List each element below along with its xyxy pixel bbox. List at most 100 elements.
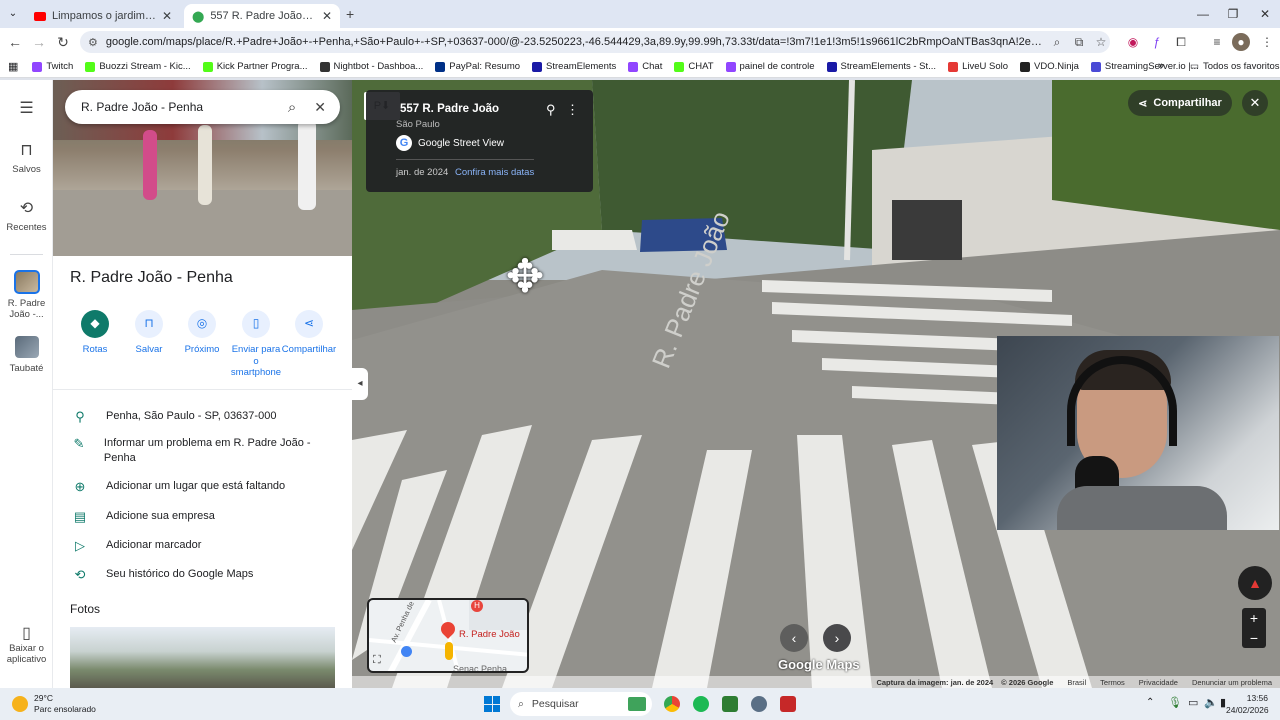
bookmarks-bar: ▦ Twitch Buozzi Stream - Kic... Kick Partn… <box>0 56 1280 78</box>
sv-share-button[interactable]: ⋖ Compartilhar <box>1128 90 1232 116</box>
start-button[interactable] <box>484 696 500 712</box>
share-icon: ⋖ <box>295 310 323 338</box>
spotify-taskbar-icon[interactable] <box>693 696 709 712</box>
search-icon[interactable]: ⌕ <box>288 99 296 116</box>
minimap-senac-label: Senac Penha <box>453 664 508 673</box>
more-dates-link[interactable]: Confira mais datas <box>455 167 534 178</box>
site-info-icon[interactable]: ⚙ <box>88 36 98 49</box>
bookmark-item[interactable]: StreamingServer.io |... <box>1090 61 1199 72</box>
reload-button[interactable]: ↻ <box>52 32 74 52</box>
location-pin-icon[interactable]: ⚲ <box>546 102 556 118</box>
bookmark-item[interactable]: Chat <box>628 61 662 72</box>
add-business-row[interactable]: ▤ Adicione sua empresa <box>70 509 215 524</box>
report-problem-link[interactable]: Denunciar um problema <box>1192 678 1272 687</box>
next-arrow-button[interactable]: › <box>823 624 851 652</box>
zoom-icon[interactable]: ⌕ <box>1048 33 1066 51</box>
compass-icon[interactable]: ▲ <box>1238 566 1272 600</box>
volume-icon[interactable]: 🔈 <box>1204 696 1218 709</box>
add-place-row[interactable]: ⊕ Adicionar um lugar que está faltando <box>70 479 286 494</box>
new-tab-button[interactable]: + <box>346 6 354 22</box>
save-button[interactable]: ⊓ Salvar <box>121 310 177 356</box>
bookmarks-overflow-button[interactable]: » <box>1158 60 1164 72</box>
taskbar-search[interactable]: ⌕ Pesquisar <box>510 692 652 716</box>
clock[interactable]: 13:56 24/02/2026 <box>1226 692 1269 716</box>
settings-taskbar-icon[interactable] <box>751 696 767 712</box>
bookmark-item[interactable]: VDO.Ninja <box>1020 61 1079 72</box>
close-street-view-button[interactable]: ✕ <box>1242 90 1268 116</box>
address-row[interactable]: ⚲ Penha, São Paulo - SP, 03637-000 <box>70 409 276 424</box>
extensions-icon[interactable]: ⧠ <box>1172 33 1190 51</box>
rail-recent-place[interactable]: R. Padre João -... <box>0 270 53 320</box>
previous-arrow-button[interactable]: ‹ <box>780 624 808 652</box>
app-taskbar-icon[interactable] <box>722 696 738 712</box>
search-input[interactable]: R. Padre João - Penha <box>81 100 288 114</box>
directions-button[interactable]: ◆ Rotas <box>67 310 123 356</box>
profile-avatar[interactable]: ● <box>1232 33 1250 51</box>
street-view-canvas[interactable]: R. Padre João P⬇ 557 R. Padre João São P… <box>352 80 1280 688</box>
minimize-button[interactable]: — <box>1188 4 1218 24</box>
tab-search-button[interactable]: ⌄ <box>4 6 22 22</box>
network-icon[interactable]: ▭ <box>1188 696 1198 709</box>
rail-saved[interactable]: ⊓ Salvos <box>0 140 53 175</box>
install-app-icon[interactable]: ⧉ <box>1070 33 1088 51</box>
back-button[interactable]: ← <box>4 32 26 52</box>
bookmark-item[interactable]: PayPal: Resumo <box>435 61 520 72</box>
chrome-taskbar-icon[interactable] <box>664 696 680 712</box>
extension-red-icon[interactable]: ◉ <box>1124 33 1142 51</box>
tab-youtube[interactable]: Limpamos o jardim de uma cas ✕ <box>26 4 180 28</box>
all-bookmarks-button[interactable]: ▭ Todos os favoritos <box>1190 61 1280 72</box>
bookmark-item[interactable]: StreamElements - St... <box>826 61 936 72</box>
bookmark-item[interactable]: Buozzi Stream - Kic... <box>85 61 191 72</box>
bookmark-label: Twitch <box>46 61 74 72</box>
bookmark-item[interactable]: Kick Partner Progra... <box>202 61 308 72</box>
bookmark-favicon-icon <box>319 61 330 72</box>
photo-thumbnail[interactable] <box>70 627 335 688</box>
extension-purple-icon[interactable]: ƒ <box>1148 33 1166 51</box>
nearby-button[interactable]: ◎ Próximo <box>174 310 230 356</box>
terms-link[interactable]: Termos <box>1100 678 1125 687</box>
download-app-button[interactable]: ▯ Baixar o aplicativo <box>0 626 53 666</box>
rail-taubate[interactable]: Taubaté <box>0 336 53 374</box>
history-row[interactable]: ⟲ Seu histórico do Google Maps <box>70 567 254 582</box>
expand-map-icon[interactable]: ⛶ <box>373 654 381 667</box>
weather-widget[interactable]: 29°C Parc ensolarado <box>12 693 96 715</box>
more-options-icon[interactable]: ⋮ <box>566 102 579 118</box>
forward-button[interactable]: → <box>28 32 50 52</box>
bookmark-favicon-icon <box>532 61 543 72</box>
mini-map[interactable]: R. Padre João Av. Penha de Senac Penha H… <box>367 598 529 673</box>
close-window-button[interactable]: ✕ <box>1250 4 1280 24</box>
country-link[interactable]: Brasil <box>1067 678 1086 687</box>
maps-search-box[interactable]: R. Padre João - Penha ⌕ ✕ <box>65 90 340 124</box>
browser-menu-icon[interactable]: ⋮ <box>1258 33 1276 51</box>
rail-recent[interactable]: ⟲ Recentes <box>0 198 53 233</box>
apps-grid-icon[interactable]: ▦ <box>8 60 18 73</box>
bookmark-item[interactable]: LiveU Solo <box>948 61 1008 72</box>
close-tab-icon[interactable]: ✕ <box>162 9 172 23</box>
close-tab-icon[interactable]: ✕ <box>322 9 332 23</box>
bookmark-item[interactable]: CHAT <box>674 61 714 72</box>
send-to-phone-button[interactable]: ▯ Enviar para o smartphone <box>228 310 284 379</box>
nearby-icon: ◎ <box>188 310 216 338</box>
send-to-phone-label: Enviar para o smartphone <box>230 344 282 378</box>
bookmark-star-icon[interactable]: ☆ <box>1092 33 1110 51</box>
bookmark-item[interactable]: Twitch <box>32 61 73 72</box>
menu-icon[interactable]: ☰ <box>0 98 53 118</box>
clear-search-icon[interactable]: ✕ <box>314 99 326 116</box>
zoom-out-button[interactable]: − <box>1242 628 1266 648</box>
bookmark-item[interactable]: StreamElements <box>532 61 616 72</box>
tray-overflow-icon[interactable]: ⌃ <box>1146 697 1154 708</box>
maximize-button[interactable]: ❐ <box>1218 4 1248 24</box>
media-icon[interactable]: ≡ <box>1208 33 1226 51</box>
zoom-in-button[interactable]: + <box>1242 608 1266 628</box>
add-label-row[interactable]: ▷ Adicionar marcador <box>70 538 201 553</box>
bookmark-item[interactable]: Nightbot - Dashboa... <box>319 61 423 72</box>
collapse-panel-button[interactable]: ◂ <box>352 368 368 400</box>
microphone-icon[interactable]: 🎙 <box>1168 696 1182 709</box>
privacy-link[interactable]: Privacidade <box>1139 678 1178 687</box>
tab-google-maps[interactable]: ⬤ 557 R. Padre João - Google Ma ✕ <box>184 4 340 28</box>
report-problem-row[interactable]: ✎ Informar um problema em R. Padre João … <box>70 436 320 466</box>
share-button[interactable]: ⋖ Compartilhar <box>281 310 337 356</box>
address-bar[interactable]: ⚙ google.com/maps/place/R.+Padre+João+-+… <box>80 31 1110 53</box>
bookmark-item[interactable]: painel de controle <box>725 61 815 72</box>
game-taskbar-icon[interactable] <box>780 696 796 712</box>
